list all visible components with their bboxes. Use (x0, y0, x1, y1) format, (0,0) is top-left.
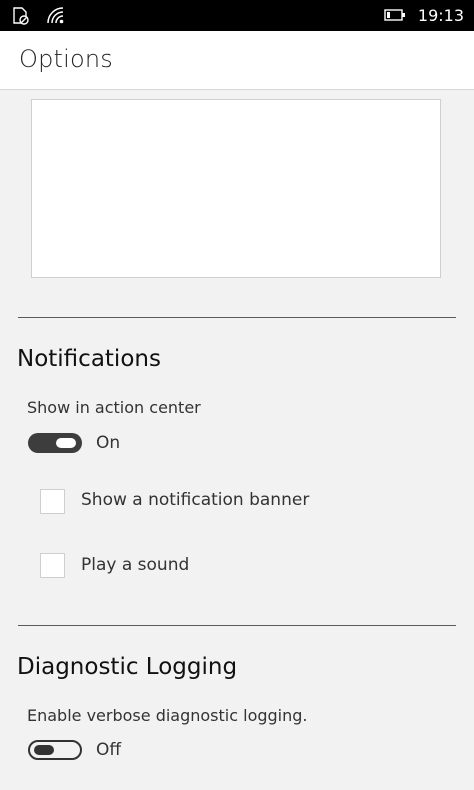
play-sound-checkbox[interactable] (40, 553, 65, 578)
status-time: 19:13 (417, 6, 464, 25)
section-divider (18, 625, 456, 626)
status-bar: 19:13 (0, 0, 474, 31)
action-center-toggle[interactable] (28, 433, 82, 453)
preview-panel (31, 99, 441, 278)
battery-icon (384, 6, 406, 25)
page-title: Options (19, 45, 114, 73)
section-divider (18, 317, 456, 318)
notification-banner-label[interactable]: Show a notification banner (81, 490, 309, 510)
diagnostic-logging-section-title: Diagnostic Logging (17, 654, 238, 680)
notifications-section-title: Notifications (17, 346, 161, 372)
show-in-action-center-label: Show in action center (27, 398, 201, 417)
play-sound-label[interactable]: Play a sound (81, 555, 189, 575)
message-status-icon (11, 6, 31, 30)
toggle-knob (34, 745, 54, 755)
notification-banner-checkbox[interactable] (40, 489, 65, 514)
action-center-toggle-state: On (96, 433, 121, 453)
wifi-icon (46, 6, 66, 30)
verbose-logging-toggle[interactable] (28, 740, 82, 760)
verbose-logging-label: Enable verbose diagnostic logging. (27, 706, 308, 725)
page-header: Options (0, 31, 474, 90)
verbose-logging-toggle-state: Off (96, 740, 122, 760)
toggle-knob (56, 438, 76, 448)
